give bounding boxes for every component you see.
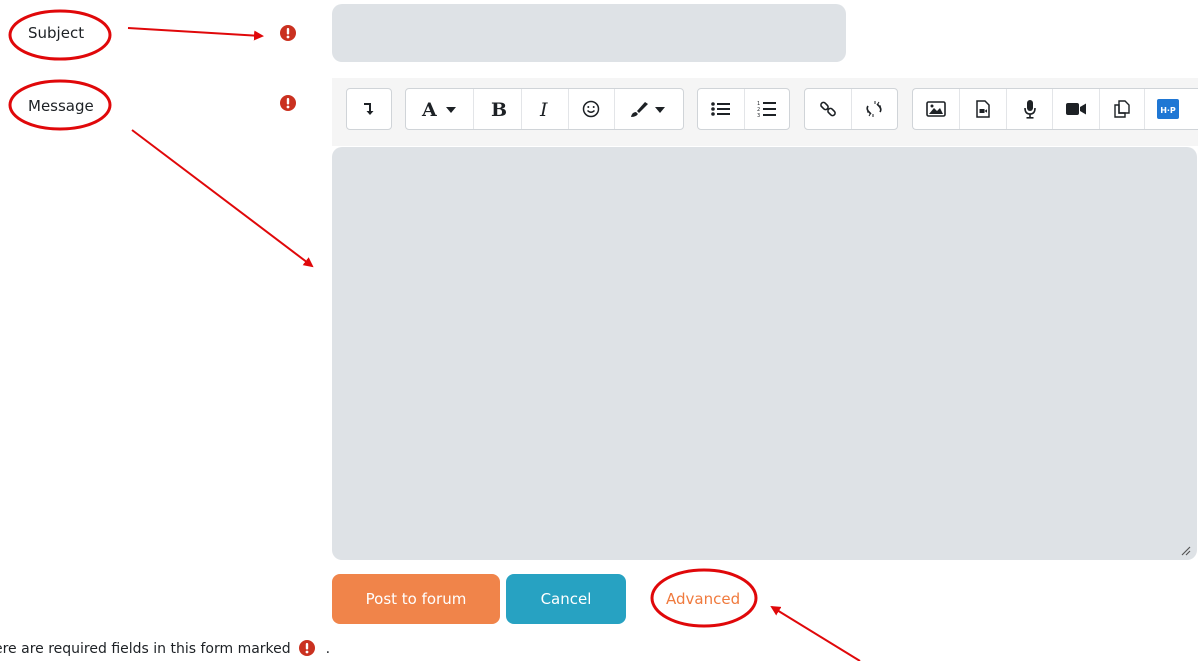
svg-text:B: B [491, 99, 507, 119]
bold-icon: B [491, 99, 507, 119]
italic-button[interactable]: I [522, 89, 569, 129]
media-button[interactable] [960, 89, 1007, 129]
svg-text:H·P: H·P [1160, 106, 1176, 115]
toolbar-group-links [804, 88, 898, 130]
link-icon [819, 101, 836, 117]
image-icon [926, 101, 946, 117]
advanced-arrow [770, 605, 861, 661]
numbered-list-button[interactable]: 123 [745, 89, 790, 129]
required-icon [280, 95, 296, 111]
toolbar-group-collapse [346, 88, 392, 130]
editor-toolbar: A B I 123 H·P [332, 78, 1198, 146]
message-label: Message [28, 97, 94, 115]
required-icon [280, 25, 296, 41]
italic-icon: I [539, 99, 548, 119]
collapse-icon [364, 103, 374, 115]
collapse-button[interactable] [347, 89, 391, 129]
toolbar-group-media: H·P [912, 88, 1198, 130]
emoji-button[interactable] [569, 89, 615, 129]
video-icon [1066, 103, 1086, 115]
message-editor[interactable] [332, 147, 1197, 560]
font-style-button[interactable]: A [406, 89, 475, 129]
link-button[interactable] [805, 89, 852, 129]
bold-button[interactable]: B [474, 89, 523, 129]
bullet-list-button[interactable] [698, 89, 745, 129]
image-button[interactable] [913, 89, 960, 129]
copy-icon [1114, 100, 1130, 118]
advanced-link[interactable]: Advanced [666, 590, 740, 608]
required-fields-note: ere are required fields in this form mar… [0, 640, 330, 657]
emoji-icon [583, 100, 600, 118]
subject-arrow [127, 27, 264, 41]
paintbrush-icon [630, 102, 665, 117]
required-fields-note-text: ere are required fields in this form mar… [0, 641, 291, 657]
unlink-button[interactable] [852, 89, 898, 129]
copy-button[interactable] [1100, 89, 1145, 129]
video-button[interactable] [1053, 89, 1100, 129]
svg-text:I: I [539, 99, 548, 119]
resize-handle-icon[interactable] [1181, 546, 1191, 556]
unlink-icon [866, 101, 882, 117]
font-style-icon: A [421, 99, 456, 119]
subject-input[interactable] [332, 4, 846, 62]
h5p-button[interactable]: H·P [1145, 89, 1190, 129]
svg-text:3: 3 [757, 113, 760, 118]
numbered-list-icon: 123 [757, 101, 776, 118]
media-icon [976, 100, 990, 118]
microphone-icon [1023, 100, 1036, 119]
required-icon [299, 640, 316, 656]
h5p-icon: H·P [1156, 99, 1179, 119]
required-fields-note-end: . [325, 641, 331, 657]
message-arrow [131, 129, 314, 268]
bullet-list-icon [710, 102, 730, 116]
cancel-button[interactable]: Cancel [506, 574, 626, 624]
subject-label: Subject [28, 24, 85, 42]
toolbar-group-lists: 123 [697, 88, 790, 130]
paintbrush-button[interactable] [615, 89, 683, 129]
microphone-button[interactable] [1007, 89, 1053, 129]
post-to-forum-button[interactable]: Post to forum [332, 574, 500, 624]
toolbar-group-format: A B I [405, 88, 684, 130]
svg-text:A: A [421, 99, 437, 119]
